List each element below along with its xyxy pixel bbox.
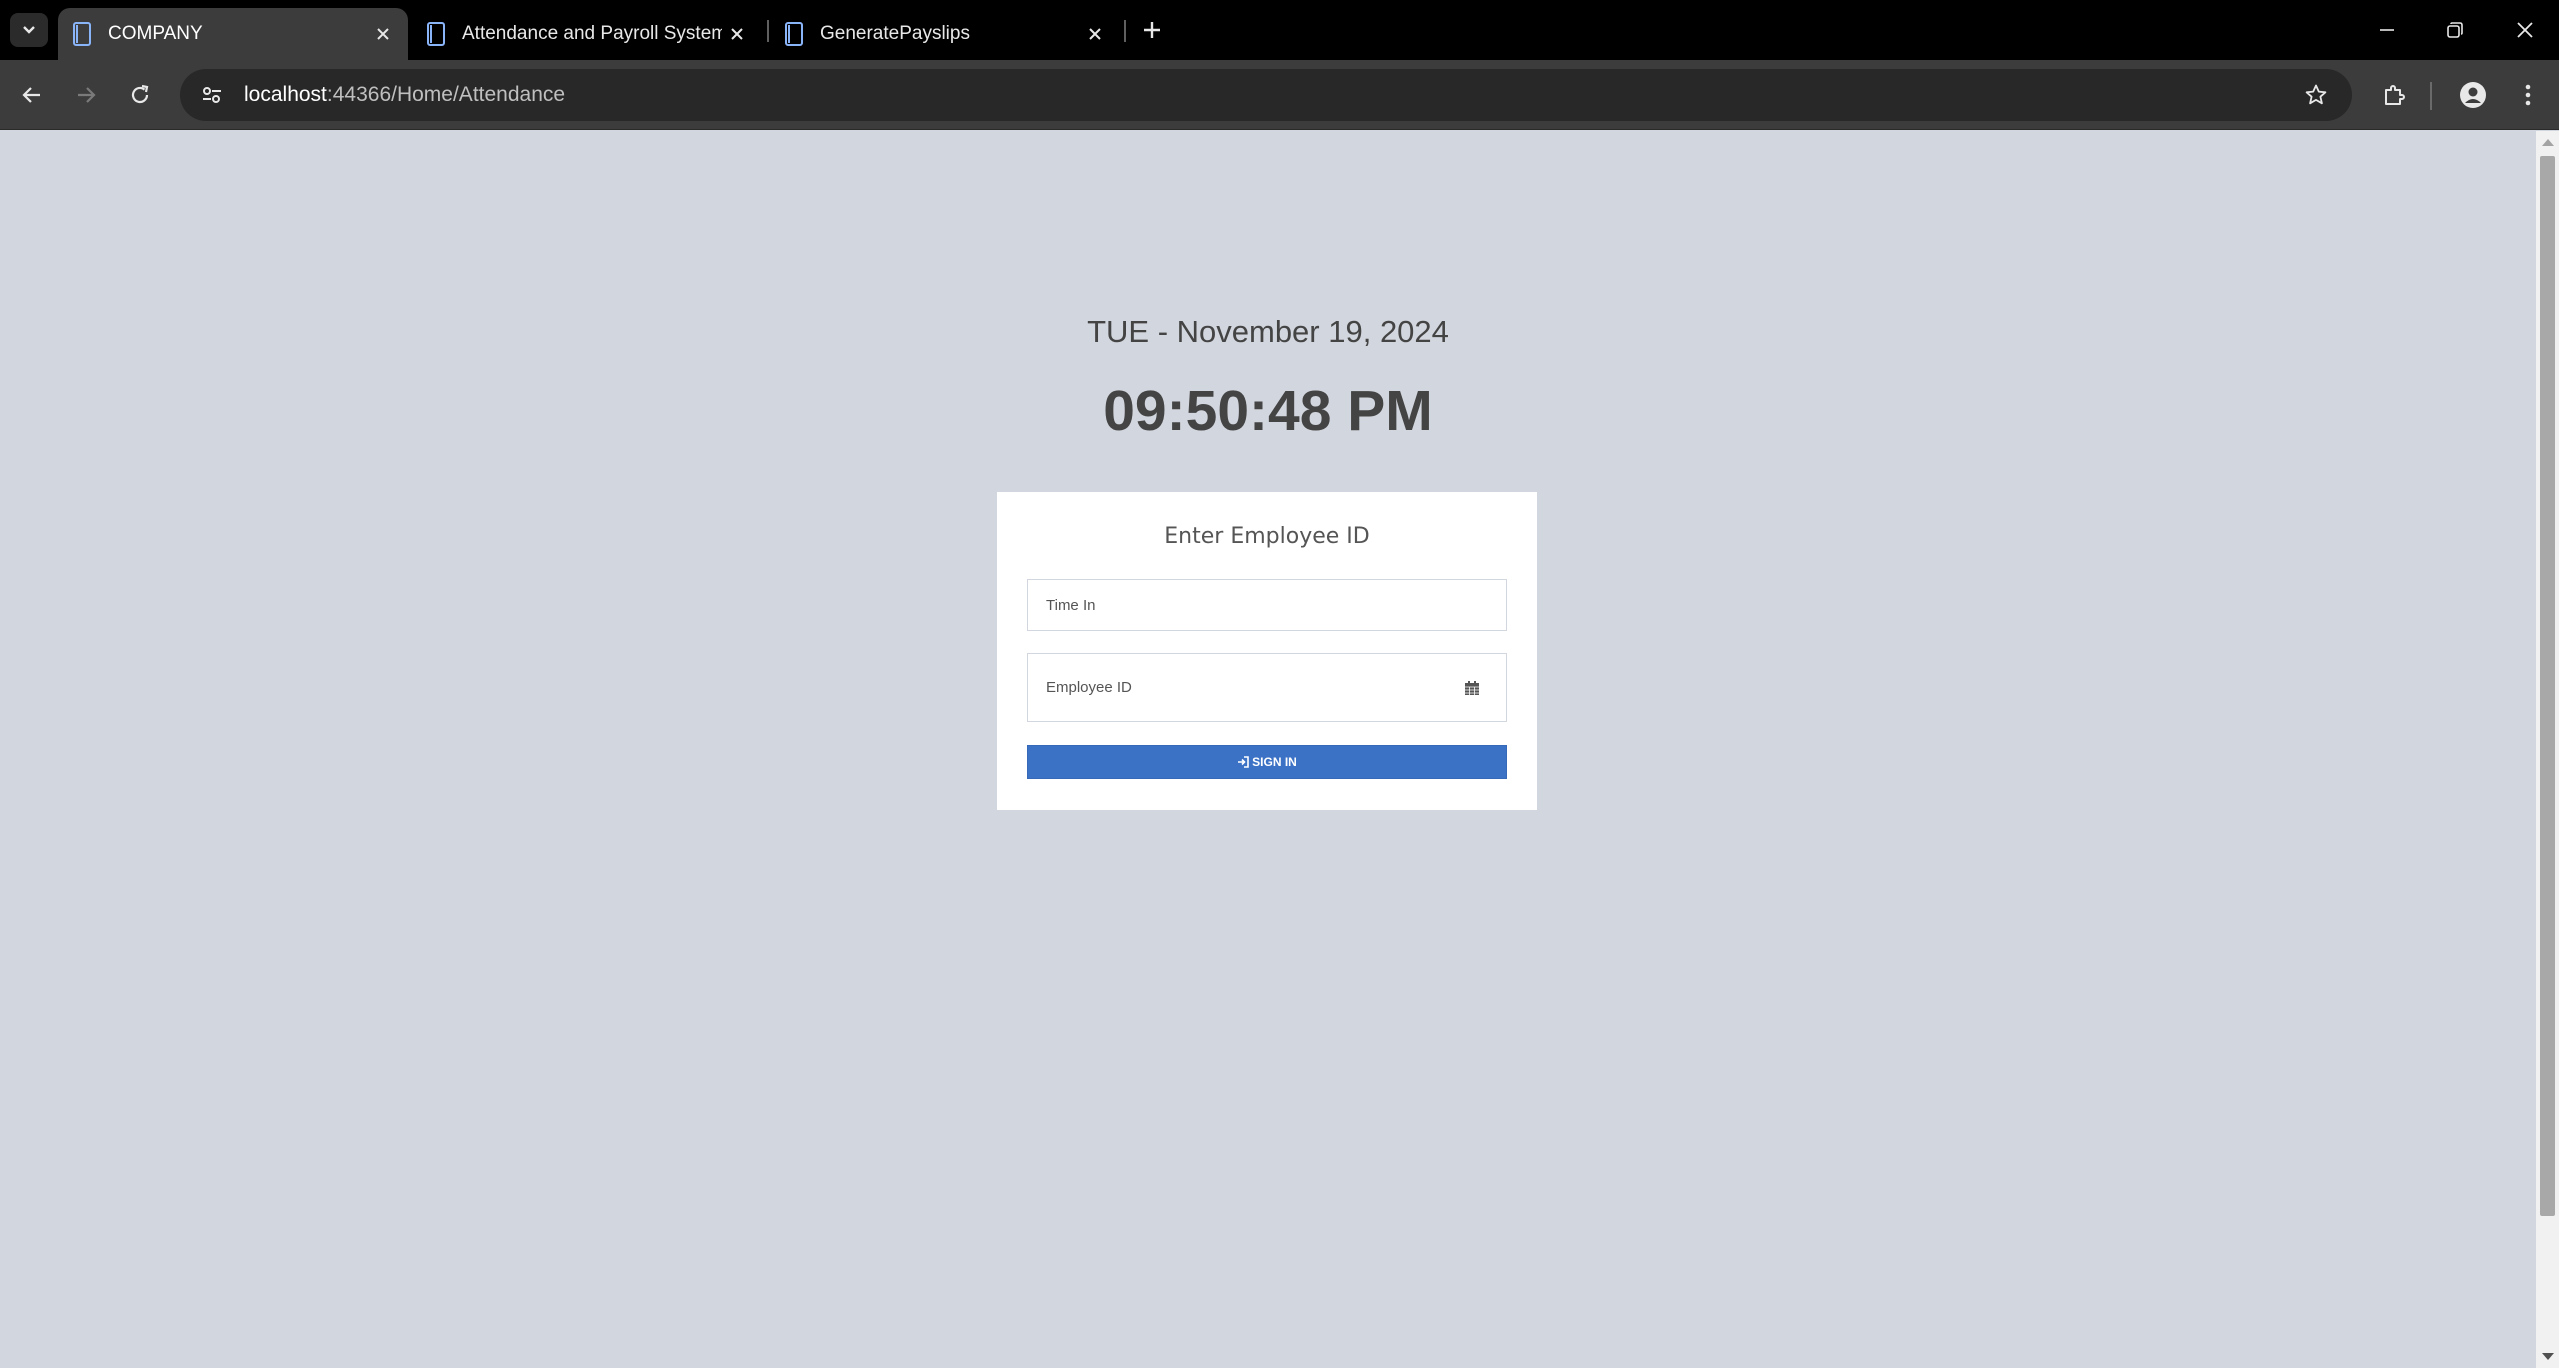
chevron-down-icon (23, 26, 35, 34)
arrow-right-icon (78, 87, 96, 103)
tab-search-button[interactable] (10, 13, 48, 47)
scroll-down-arrow-icon[interactable] (2542, 1353, 2554, 1360)
scrollbar-thumb[interactable] (2540, 156, 2555, 1216)
current-date: TUE - November 19, 2024 (1087, 314, 1449, 349)
restore-button[interactable] (2420, 8, 2490, 52)
arrow-left-icon (22, 87, 40, 103)
reload-icon (131, 84, 149, 104)
page-icon (785, 22, 803, 46)
minimize-button[interactable] (2352, 8, 2422, 52)
reload-button[interactable] (116, 71, 164, 119)
url-text: localhost:44366/Home/Attendance (244, 83, 565, 107)
tab-separator (767, 20, 769, 42)
forward-button[interactable] (62, 71, 110, 119)
url-path: :44366/Home/Attendance (326, 83, 566, 106)
tab-title: Attendance and Payroll System (462, 23, 722, 44)
sign-in-label: SIGN IN (1252, 755, 1297, 769)
attendance-mode-input[interactable] (1028, 580, 1506, 630)
url-host: localhost (244, 83, 327, 106)
card-heading: Enter Employee ID (1164, 524, 1370, 549)
attendance-mode-field[interactable] (1027, 579, 1507, 631)
extensions-button[interactable] (2370, 71, 2418, 119)
tab-company[interactable]: COMPANY (58, 8, 408, 60)
employee-id-input[interactable] (1028, 654, 1506, 721)
new-tab-button[interactable] (1134, 12, 1170, 48)
tab-close-icon[interactable] (368, 19, 398, 49)
restore-icon (2447, 22, 2463, 38)
site-info-icon[interactable] (188, 75, 236, 115)
tab-close-icon[interactable] (1080, 19, 1110, 49)
tab-separator (1124, 20, 1126, 42)
sign-in-button[interactable]: SIGN IN (1027, 745, 1507, 779)
tab-close-icon[interactable] (722, 19, 752, 49)
browser-toolbar: localhost:44366/Home/Attendance (0, 60, 2559, 130)
current-time: 09:50:48 PM (1103, 379, 1433, 443)
calendar-icon (1465, 680, 1479, 695)
back-button[interactable] (8, 71, 56, 119)
browser-menu-button[interactable] (2504, 71, 2552, 119)
avatar-icon (2460, 82, 2486, 108)
page-icon (73, 22, 91, 46)
scroll-up-arrow-icon[interactable] (2542, 139, 2554, 146)
sign-in-icon (1238, 756, 1249, 768)
toolbar-divider (2430, 82, 2432, 110)
tab-strip: COMPANY Attendance and Payroll System Ge… (0, 0, 2559, 60)
tab-attendance-payroll[interactable]: Attendance and Payroll System (412, 8, 762, 60)
minimize-icon (2380, 29, 2394, 31)
bookmark-star-icon[interactable] (2298, 77, 2334, 113)
puzzle-icon (2385, 85, 2405, 105)
tab-generate-payslips[interactable]: GeneratePayslips (770, 8, 1120, 60)
close-window-button[interactable] (2490, 8, 2559, 52)
tab-title: COMPANY (108, 23, 203, 44)
page-scrollbar[interactable] (2536, 131, 2559, 1368)
address-bar[interactable]: localhost:44366/Home/Attendance (180, 69, 2352, 121)
employee-id-field[interactable] (1027, 653, 1507, 722)
profile-button[interactable] (2449, 71, 2497, 119)
tab-title: GeneratePayslips (820, 23, 970, 44)
page-icon (427, 22, 445, 46)
kebab-menu-icon (2525, 84, 2531, 106)
plus-icon (1144, 22, 1160, 38)
close-icon (2517, 22, 2533, 38)
